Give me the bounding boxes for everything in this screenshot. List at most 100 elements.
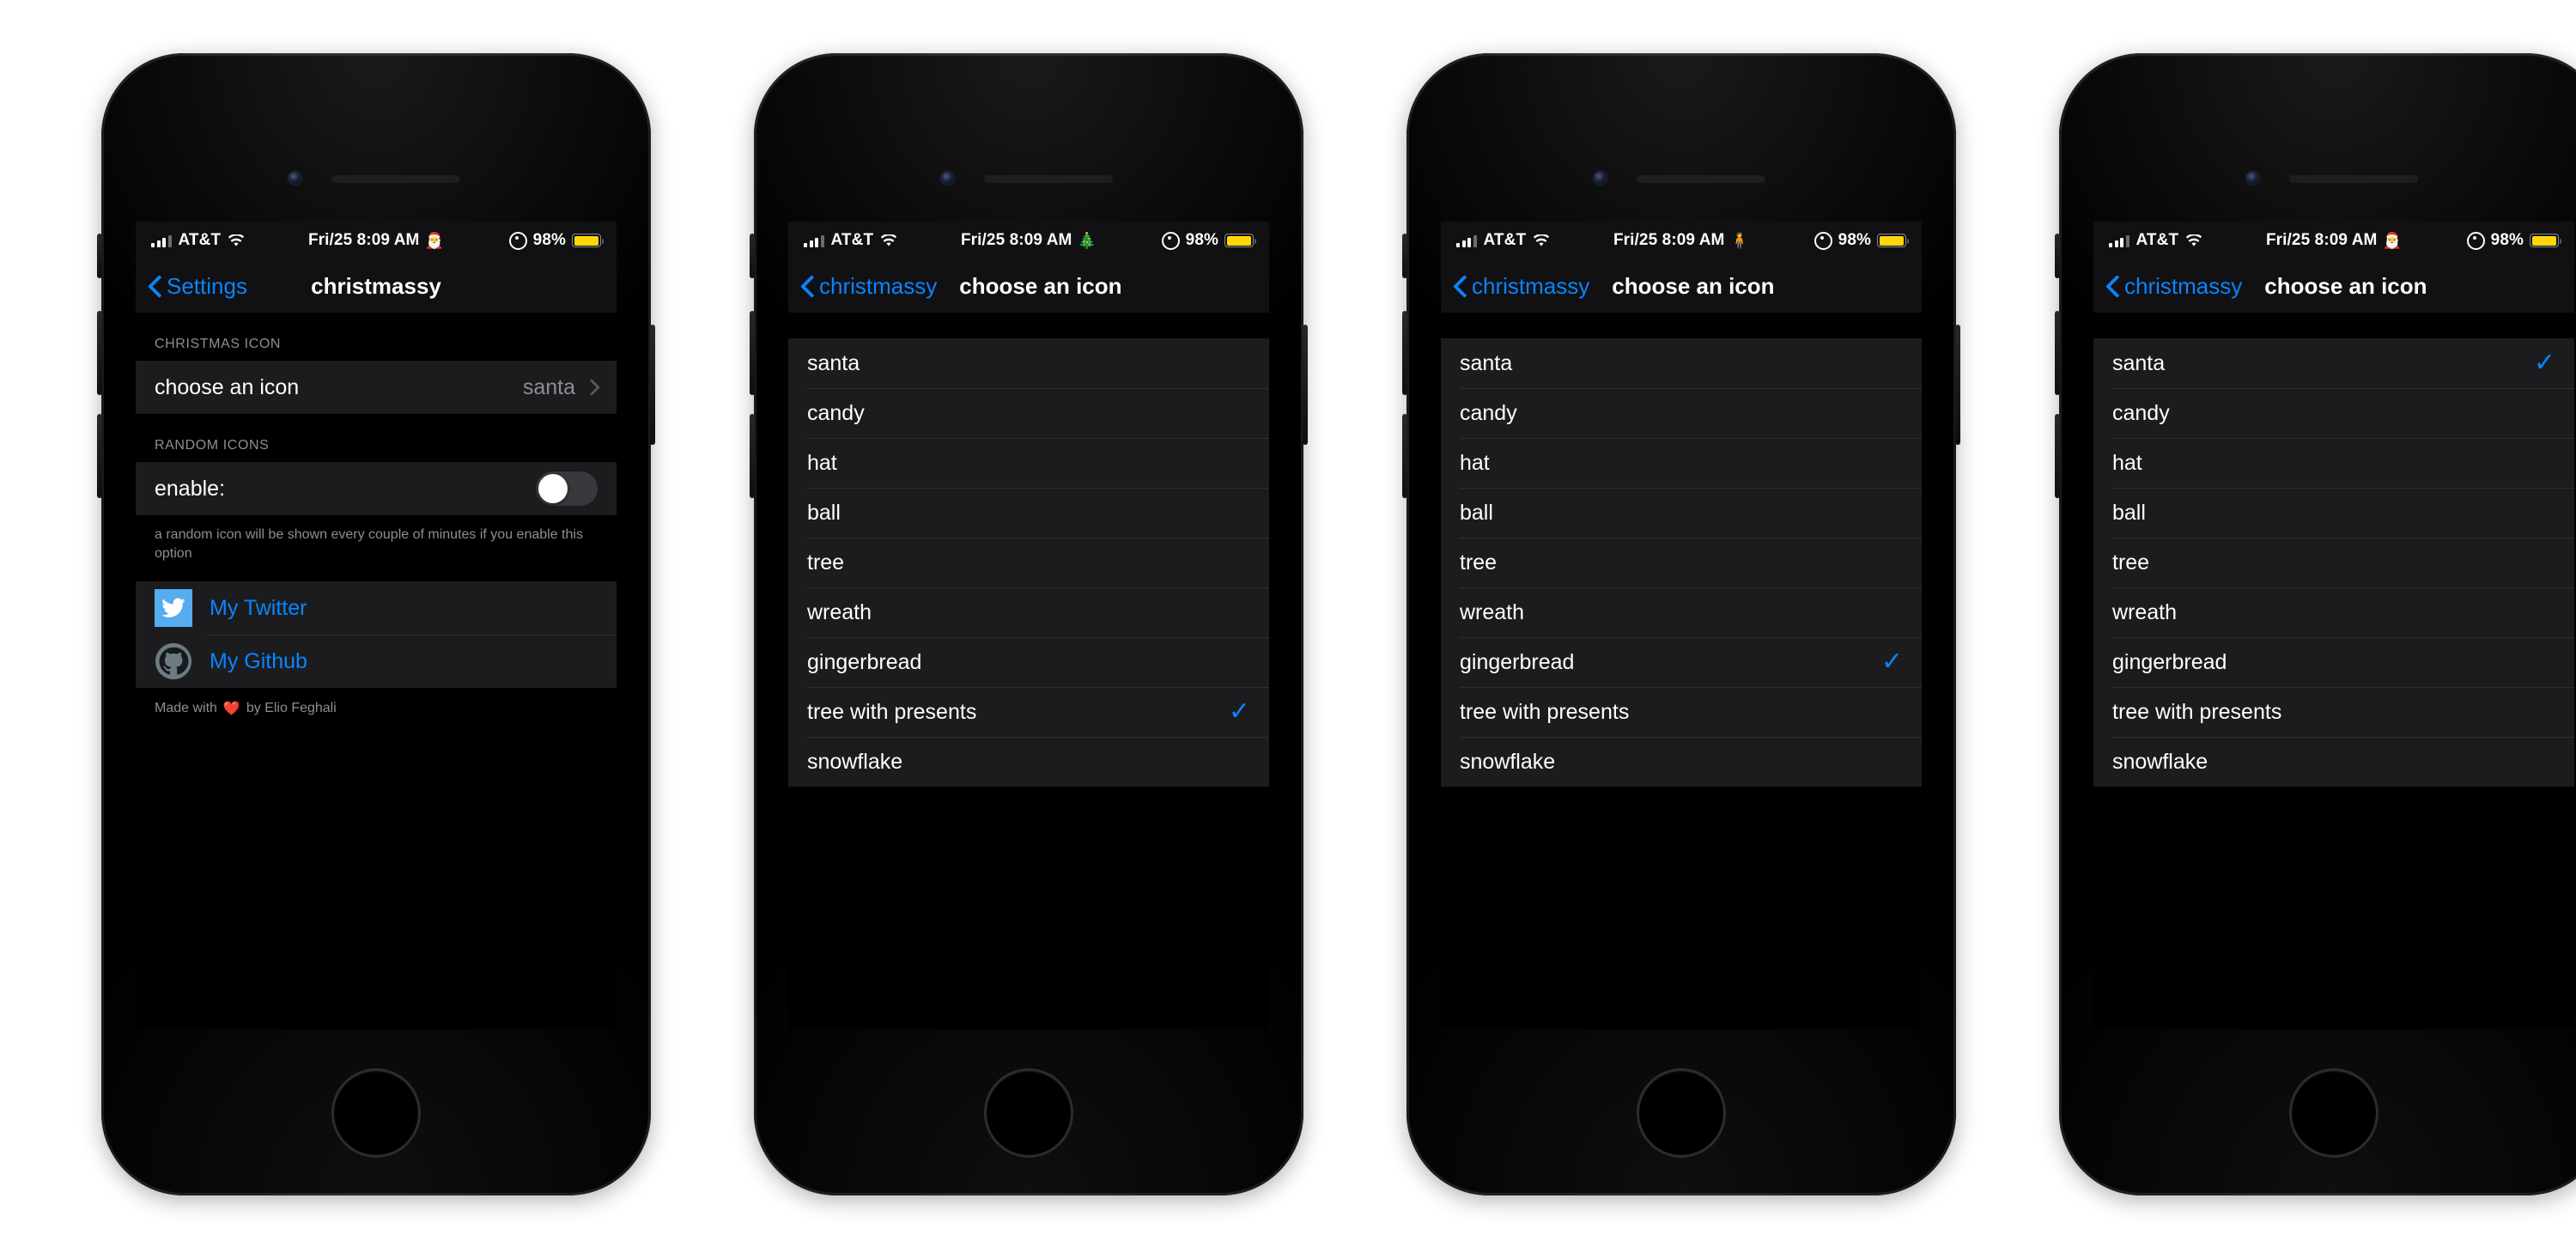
volume-down-button[interactable] (1402, 414, 1407, 498)
chevron-right-icon (583, 379, 600, 396)
battery-icon (572, 234, 604, 247)
battery-icon (2530, 234, 2561, 247)
silent-switch[interactable] (97, 234, 102, 278)
section-header-christmas-icon: CHRISTMAS ICON (155, 337, 282, 351)
icon-list-content: santa ✓ candy hat ball tree wreath ginge… (2093, 313, 2574, 1029)
back-button[interactable]: christmassy (802, 273, 937, 300)
wifi-icon (2185, 234, 2202, 247)
icon-option-row[interactable]: santa (1441, 338, 1922, 388)
clock-label: Fri/25 8:09 AM (307, 231, 420, 249)
back-button[interactable]: christmassy (2107, 273, 2242, 300)
icon-option-row[interactable]: tree (788, 538, 1269, 587)
icon-option-row[interactable]: ball (1441, 488, 1922, 538)
icon-option-label: snowflake (807, 749, 903, 774)
checkmark-icon: ✓ (1228, 697, 1250, 726)
silent-switch[interactable] (2055, 234, 2060, 278)
icon-option-row[interactable]: gingerbread (788, 637, 1269, 687)
icon-option-row[interactable]: candy (2093, 388, 2574, 438)
enable-random-icons-toggle[interactable] (536, 471, 598, 506)
section-header-random-icons: RANDOM ICONS (155, 438, 270, 453)
volume-up-button[interactable] (750, 311, 755, 395)
icon-option-row[interactable]: hat (2093, 438, 2574, 488)
clock-label: Fri/25 8:09 AM (1613, 231, 1725, 249)
icon-option-row[interactable]: ball (788, 488, 1269, 538)
checkmark-icon: ✓ (2533, 349, 2555, 377)
navigation-bar: christmassy choose an icon (2093, 259, 2574, 313)
icon-option-row[interactable]: tree (1441, 538, 1922, 587)
icon-option-label: wreath (1460, 599, 1525, 624)
clock-label: Fri/25 8:09 AM (960, 231, 1072, 249)
volume-up-button[interactable] (1402, 311, 1407, 395)
icon-option-row[interactable]: snowflake (1441, 737, 1922, 787)
icon-option-row[interactable]: hat (788, 438, 1269, 488)
icon-option-row[interactable]: hat (1441, 438, 1922, 488)
my-github-label: My Github (210, 648, 307, 673)
icon-option-row[interactable]: candy (1441, 388, 1922, 438)
icon-option-row[interactable]: santa (788, 338, 1269, 388)
icon-option-label: santa (807, 350, 860, 375)
my-twitter-label: My Twitter (210, 595, 307, 620)
icon-option-row[interactable]: snowflake (2093, 737, 2574, 787)
icon-option-row[interactable]: tree (2093, 538, 2574, 587)
random-icons-footnote: a random icon will be shown every couple… (136, 515, 617, 582)
my-github-row[interactable]: My Github (136, 635, 617, 689)
carrier-label: AT&T (1483, 231, 1527, 249)
silent-switch[interactable] (750, 234, 755, 278)
icon-option-row[interactable]: wreath (788, 587, 1269, 637)
icon-option-label: tree (807, 550, 845, 575)
volume-down-button[interactable] (2055, 414, 2060, 498)
volume-down-button[interactable] (750, 414, 755, 498)
santa-emoji: 🎅 (2382, 232, 2403, 249)
icon-option-row[interactable]: gingerbread ✓ (1441, 637, 1922, 687)
silent-switch[interactable] (1402, 234, 1407, 278)
home-button[interactable] (1637, 1068, 1726, 1158)
icon-option-label: candy (807, 400, 865, 425)
volume-down-button[interactable] (97, 414, 102, 498)
icon-option-row[interactable]: gingerbread (2093, 637, 2574, 687)
home-button[interactable] (984, 1068, 1073, 1158)
icon-option-label: snowflake (2112, 749, 2208, 774)
phone-settings-screen: AT&T Fri/25 8:09 AM 🎅 98% Settings chris… (136, 222, 617, 1029)
iphone-device-3: AT&T Fri/25 8:09 AM 🧍 98% christmassy ch… (1402, 53, 1960, 1195)
icon-option-row[interactable]: wreath (2093, 587, 2574, 637)
icon-options-list: santa candy hat ball tree wreath gingerb… (788, 338, 1269, 787)
made-by-suffix: by Elio Feghali (246, 701, 337, 716)
icon-option-row[interactable]: tree with presents (2093, 687, 2574, 737)
volume-up-button[interactable] (2055, 311, 2060, 395)
icon-option-label: wreath (807, 599, 872, 624)
list-top-spacer (788, 313, 1269, 338)
enable-label: enable: (155, 476, 226, 501)
phone-gingerbread-screen: AT&T Fri/25 8:09 AM 🧍 98% christmassy ch… (1441, 222, 1922, 1029)
status-left: AT&T (804, 231, 897, 250)
icon-option-row[interactable]: wreath (1441, 587, 1922, 637)
icon-option-row[interactable]: candy (788, 388, 1269, 438)
power-button[interactable] (650, 325, 655, 445)
icon-option-row[interactable]: ball (2093, 488, 2574, 538)
back-button[interactable]: christmassy (1455, 273, 1589, 300)
github-icon (155, 642, 192, 680)
navigation-bar: christmassy choose an icon (1441, 259, 1922, 313)
settings-content: CHRISTMAS ICON choose an icon santa RAND… (136, 313, 617, 1029)
icon-option-row[interactable]: tree with presents ✓ (788, 687, 1269, 737)
iphone-device-2: AT&T Fri/25 8:09 AM 🎄 98% christmassy ch… (750, 53, 1308, 1195)
choose-an-icon-row[interactable]: choose an icon santa (136, 361, 617, 414)
enable-random-icons-row[interactable]: enable: (136, 462, 617, 515)
icon-option-label: ball (2112, 500, 2146, 525)
christmas-icon-group: choose an icon santa (136, 361, 617, 414)
status-bar: AT&T Fri/25 8:09 AM 🎅 98% (136, 222, 617, 259)
home-button[interactable] (331, 1068, 421, 1158)
icon-option-row[interactable]: santa ✓ (2093, 338, 2574, 388)
status-right: 98% (508, 231, 604, 250)
icon-option-row[interactable]: snowflake (788, 737, 1269, 787)
power-button[interactable] (1955, 325, 1960, 445)
battery-percent-label: 98% (1838, 231, 1871, 249)
icon-option-row[interactable]: tree with presents (1441, 687, 1922, 737)
my-twitter-row[interactable]: My Twitter (136, 581, 617, 636)
page-title: choose an icon (1612, 272, 1775, 299)
icon-list-content: santa candy hat ball tree wreath gingerb… (1441, 313, 1922, 1029)
volume-up-button[interactable] (97, 311, 102, 395)
screenshot-stage: AT&T Fri/25 8:09 AM 🎅 98% Settings chris… (0, 0, 2576, 1253)
icon-option-label: santa (1460, 350, 1513, 375)
home-button[interactable] (2289, 1068, 2379, 1158)
power-button[interactable] (1303, 325, 1308, 445)
